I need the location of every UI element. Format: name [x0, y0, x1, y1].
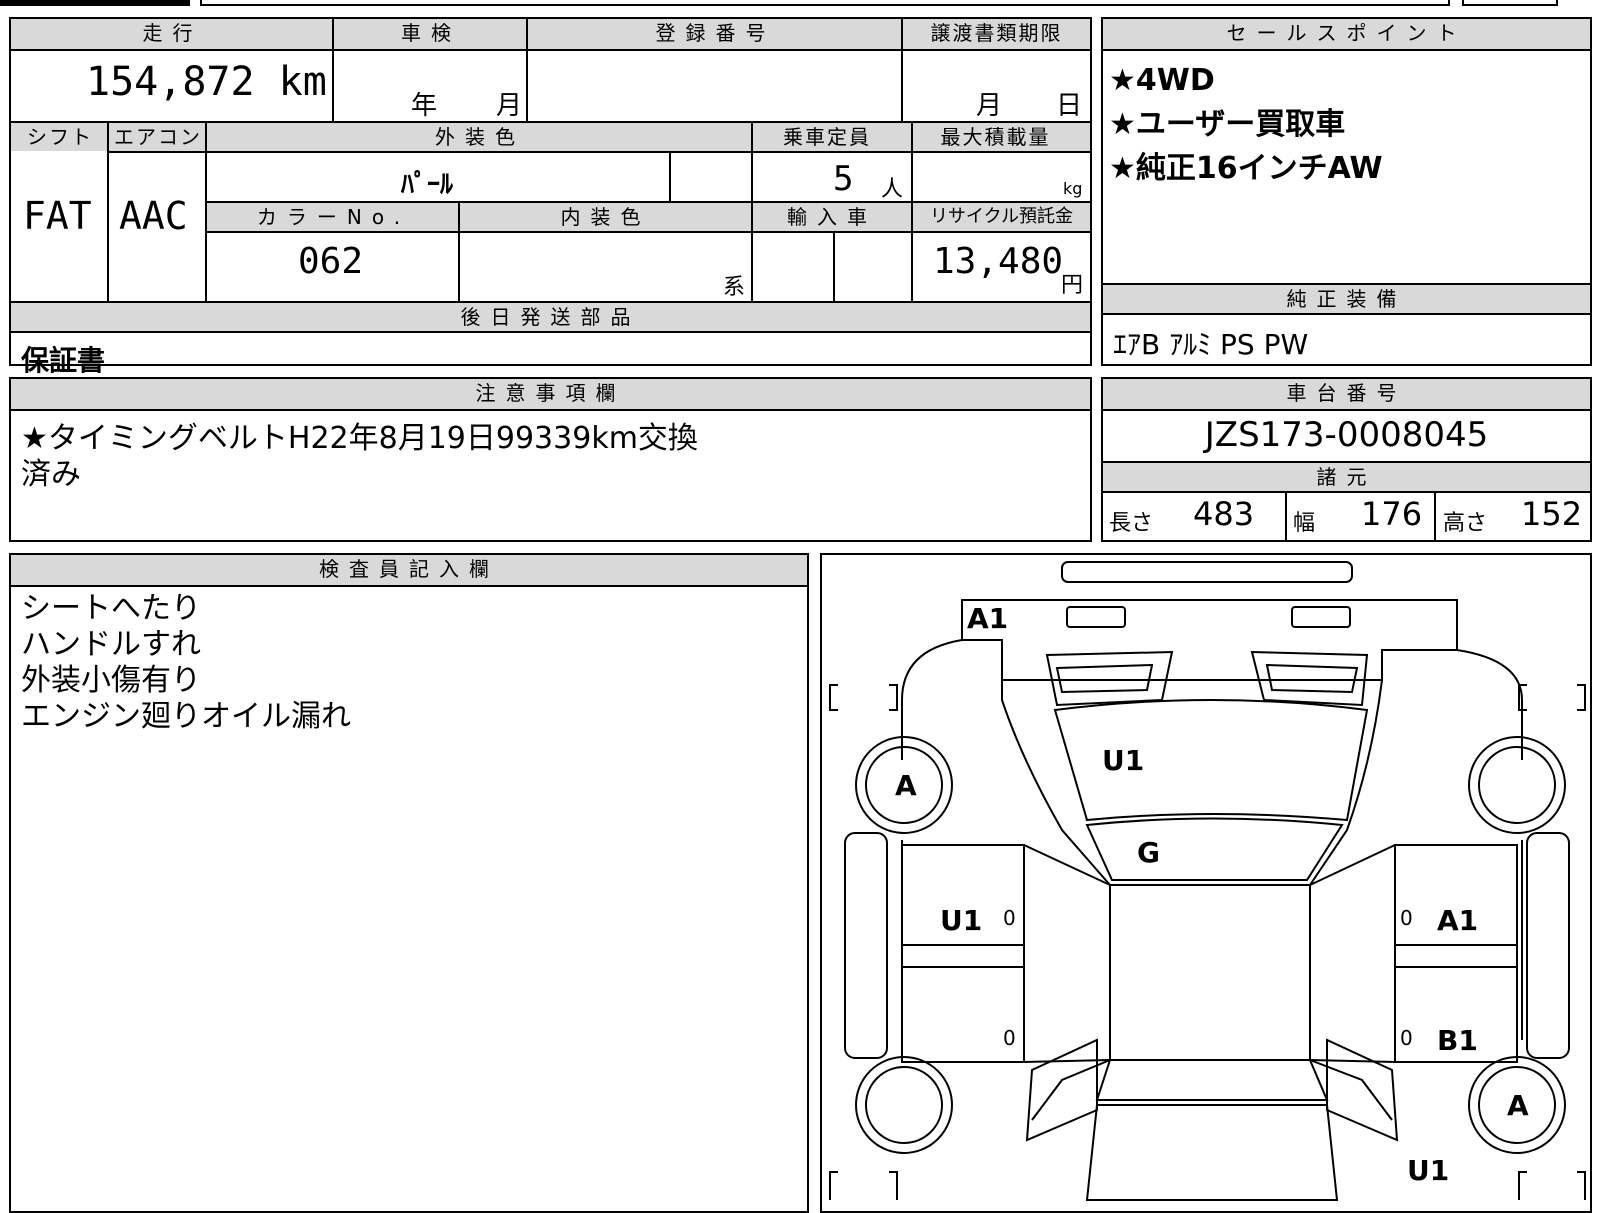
notes-line-2: 済み: [21, 457, 81, 492]
registration-header: 登録番号: [528, 19, 903, 49]
capacity-unit: 人: [881, 177, 904, 202]
recycle-header: リサイクル預託金: [913, 203, 1090, 231]
mark-u1-left: U1: [940, 904, 982, 937]
inspection-year-unit: 年: [411, 91, 438, 121]
mark-zero-right-1: 0: [1400, 906, 1413, 930]
color-no-value: 062: [298, 241, 364, 282]
mark-a-rear-right: A: [1507, 1089, 1529, 1122]
recycle-unit: 円: [1061, 273, 1084, 298]
factory-equipment-value: ｴｱB ｱﾙﾐ PS PW: [1113, 328, 1309, 361]
notes-box: 注意事項欄 ★タイミングベルトH22年8月19日99339km交換 済み: [9, 377, 1092, 542]
factory-equipment-header: 純正装備: [1103, 285, 1590, 313]
vehicle-info-table: 走行 車検 登録番号 譲渡書類期限 154,872 km 年 月 月 日 シフト…: [9, 17, 1092, 377]
later-parts-header: 後日発送部品: [11, 303, 1090, 331]
aircon-value: AAC: [119, 194, 188, 238]
inspector-line-4: エンジン廻りオイル漏れ: [21, 699, 351, 734]
shift-header: シフト: [11, 123, 109, 151]
transfer-day-unit: 日: [1056, 91, 1083, 121]
inspector-line-1: シートへたり: [21, 591, 201, 626]
capacity-value: 5: [833, 159, 854, 199]
transfer-header: 譲渡書類期限: [903, 19, 1090, 49]
mark-u1-rear-right: U1: [1407, 1154, 1449, 1187]
width-value: 176: [1361, 495, 1423, 533]
length-value: 483: [1193, 495, 1255, 533]
height-label: 高さ: [1443, 511, 1488, 536]
mileage-value: 154,872 km: [86, 59, 327, 105]
later-parts-value: 保証書: [21, 344, 106, 377]
sales-point-3: ★純正16インチAW: [1109, 151, 1383, 186]
inspector-line-2: ハンドルすれ: [21, 627, 201, 662]
notes-header: 注意事項欄: [11, 379, 1090, 409]
mark-zero-right-2: 0: [1400, 1026, 1413, 1050]
mark-zero-left-1: 0: [1003, 906, 1016, 930]
exterior-header: 外装色: [207, 123, 753, 151]
mark-zero-left-2: 0: [1003, 1026, 1016, 1050]
inspection-header: 車検: [334, 19, 528, 49]
mark-a1-right: A1: [1437, 904, 1478, 937]
dimensions-header: 諸元: [1103, 463, 1590, 491]
inspector-header: 検査員記入欄: [11, 555, 807, 585]
sales-point-2: ★ユーザー買取車: [1109, 107, 1346, 142]
transfer-month-unit: 月: [976, 91, 1003, 121]
interior-header: 内装色: [460, 203, 751, 231]
width-label: 幅: [1293, 511, 1316, 536]
sales-point-1: ★4WD: [1109, 63, 1215, 98]
length-label: 長さ: [1109, 511, 1154, 536]
import-header: 輸入車: [753, 203, 911, 231]
chassis-box: 車台番号 JZS173-0008045 諸元 長さ 483 幅 176 高さ 1…: [1101, 377, 1592, 542]
color-no-header: カラーNo.: [207, 203, 460, 231]
car-diagram: A1 U1 G A U1 A1 B1 A U1 0 0 0 0: [829, 561, 1586, 1201]
mark-b1-right: B1: [1437, 1024, 1478, 1057]
mark-a-front-left: A: [895, 769, 917, 802]
interior-suffix: 系: [723, 275, 746, 300]
aircon-header: エアコン: [109, 123, 207, 151]
top-strip: [0, 0, 1600, 6]
mileage-header: 走行: [11, 19, 334, 49]
mark-g-glass: G: [1137, 836, 1160, 869]
capacity-header: 乗車定員: [753, 123, 901, 151]
max-load-header: 最大積載量: [901, 123, 1090, 151]
chassis-header: 車台番号: [1103, 379, 1590, 409]
inspector-line-3: 外装小傷有り: [21, 663, 201, 698]
recycle-value: 13,480: [933, 241, 1064, 282]
sales-points-header: セールスポイント: [1103, 19, 1590, 49]
car-diagram-box: A1 U1 G A U1 A1 B1 A U1 0 0 0 0: [820, 553, 1592, 1213]
chassis-value: JZS173-0008045: [1204, 415, 1489, 455]
sales-points-box: セールスポイント ★4WD ★ユーザー買取車 ★純正16インチAW 純正装備 ｴ…: [1101, 17, 1592, 366]
inspection-month-unit: 月: [496, 91, 523, 121]
notes-line-1: ★タイミングベルトH22年8月19日99339km交換: [21, 421, 698, 456]
shift-value: FAT: [23, 194, 92, 238]
mark-u1-roof: U1: [1102, 744, 1144, 777]
height-value: 152: [1521, 495, 1583, 533]
exterior-value: ﾊﾟｰﾙ: [401, 170, 454, 200]
mark-a1-top: A1: [967, 602, 1008, 635]
max-load-unit: kg: [1063, 179, 1083, 198]
inspector-box: 検査員記入欄 シートへたり ハンドルすれ 外装小傷有り エンジン廻りオイル漏れ: [9, 553, 809, 1213]
